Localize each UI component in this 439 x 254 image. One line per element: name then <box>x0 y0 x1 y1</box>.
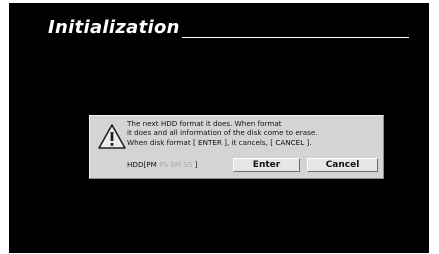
enter-button[interactable]: Enter <box>233 158 300 172</box>
warning-icon <box>98 124 126 149</box>
hdd-mode-indicator: HDD[PM PS SM SS ] <box>127 160 198 169</box>
dialog-message: The next HDD format it does. When format… <box>127 119 382 147</box>
message-line: The next HDD format it does. When format <box>127 119 282 128</box>
message-line: When disk format [ ENTER ], it cancels, … <box>127 137 312 147</box>
hdd-mode-close: ] <box>194 160 198 169</box>
hdd-mode-options: PS SM SS <box>156 160 195 169</box>
message-line: it does and all information of the disk … <box>127 128 318 138</box>
tv-screen: Initialization The next HDD format it do… <box>9 3 429 253</box>
format-confirm-dialog: The next HDD format it does. When format… <box>89 115 384 179</box>
title-underline <box>182 37 409 38</box>
page-title: Initialization <box>48 17 180 38</box>
hdd-mode-label: HDD[PM <box>127 160 157 169</box>
cancel-button[interactable]: Cancel <box>307 158 378 172</box>
